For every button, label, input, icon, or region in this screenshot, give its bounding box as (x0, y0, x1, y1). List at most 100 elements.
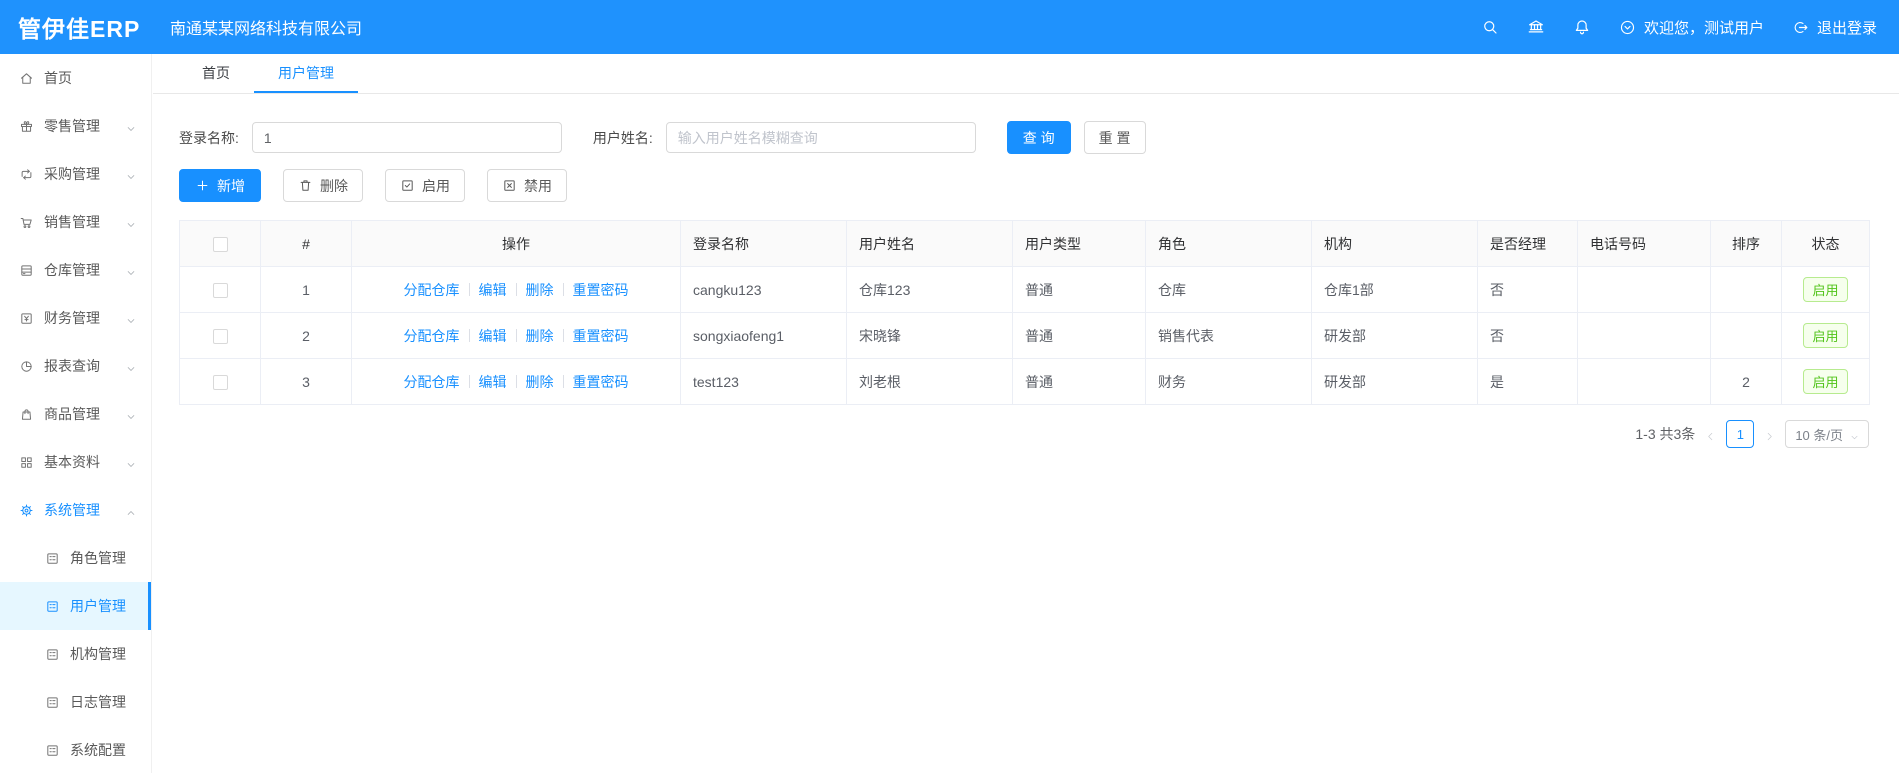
row-checkbox[interactable] (212, 374, 228, 390)
status-badge: 启用 (1803, 369, 1848, 394)
sidebar-item-label: 机构管理 (70, 646, 126, 662)
table-row: 1 分配仓库 编辑 删除 重置密码 cangku123 仓库123 普通 仓库 … (179, 266, 1870, 313)
sidebar-item-reports[interactable]: 报表查询 (0, 342, 151, 390)
sidebar-item-home[interactable]: 首页 (0, 54, 151, 102)
chevron-down-icon (126, 169, 136, 179)
cell-manager: 否 (1477, 312, 1578, 359)
cell-index: 1 (260, 266, 352, 313)
row-checkbox[interactable] (212, 328, 228, 344)
cell-index: 3 (260, 358, 352, 405)
chevron-down-icon (126, 409, 136, 419)
cell-name: 刘老根 (846, 358, 1013, 405)
bell-icon[interactable] (1573, 18, 1591, 36)
col-actions: 操作 (351, 220, 681, 267)
login-name-input[interactable] (251, 122, 562, 153)
down-circle-icon (1619, 19, 1636, 36)
reset-password-link[interactable]: 重置密码 (573, 326, 629, 346)
delete-link[interactable]: 删除 (526, 280, 554, 300)
sidebar-item-label: 仓库管理 (44, 262, 100, 278)
sidebar-item-sales[interactable]: 销售管理 (0, 198, 151, 246)
sidebar-item-finance[interactable]: 财务管理 (0, 294, 151, 342)
sidebar-item-purchase[interactable]: 采购管理 (0, 150, 151, 198)
page-number[interactable]: 1 (1726, 420, 1755, 448)
cell-org: 研发部 (1311, 358, 1478, 405)
tab-home[interactable]: 首页 (178, 54, 254, 93)
assign-warehouse-link[interactable]: 分配仓库 (404, 326, 460, 346)
trash-icon (298, 178, 313, 193)
sidebar-item-retail[interactable]: 零售管理 (0, 102, 151, 150)
logout-label: 退出登录 (1816, 19, 1877, 37)
company-name: 南通某某网络科技有限公司 (170, 21, 363, 38)
sidebar-item-user-mgmt[interactable]: 用户管理 (0, 582, 151, 630)
sidebar-item-products[interactable]: 商品管理 (0, 390, 151, 438)
close-square-icon (502, 178, 517, 193)
delete-button[interactable]: 删除 (283, 169, 363, 202)
main-area: 首页 用户管理 登录名称: 用户姓名: 查 询 重 置 新增 (153, 54, 1899, 773)
prev-page-icon[interactable] (1705, 429, 1716, 440)
delete-link[interactable]: 删除 (526, 326, 554, 346)
header-actions: 欢迎您，测试用户 退出登录 (1481, 17, 1899, 38)
sidebar-item-label: 首页 (44, 70, 72, 86)
select-all-checkbox[interactable] (212, 236, 228, 252)
col-sort: 排序 (1710, 220, 1782, 267)
cart-icon (19, 215, 34, 230)
cell-type: 普通 (1012, 312, 1146, 359)
bank-icon[interactable] (1527, 18, 1545, 36)
sidebar-item-log-mgmt[interactable]: 日志管理 (0, 678, 151, 726)
disable-button[interactable]: 禁用 (487, 169, 567, 202)
cell-login: test123 (680, 358, 847, 405)
col-login: 登录名称 (680, 220, 847, 267)
chevron-down-icon (126, 121, 136, 131)
edit-link[interactable]: 编辑 (479, 280, 507, 300)
cell-login: cangku123 (680, 266, 847, 313)
sidebar-item-role-mgmt[interactable]: 角色管理 (0, 534, 151, 582)
user-menu[interactable]: 欢迎您，测试用户 (1619, 17, 1764, 38)
delete-link[interactable]: 删除 (526, 372, 554, 392)
page-size-select[interactable]: 10 条/页 (1785, 420, 1869, 448)
sidebar-item-basic-data[interactable]: 基本资料 (0, 438, 151, 486)
assign-warehouse-link[interactable]: 分配仓库 (404, 372, 460, 392)
assign-warehouse-link[interactable]: 分配仓库 (404, 280, 460, 300)
users-table: # 操作 登录名称 用户姓名 用户类型 角色 机构 是否经理 电话号码 排序 状… (179, 220, 1870, 405)
delete-button-label: 删除 (320, 177, 348, 194)
col-manager: 是否经理 (1477, 220, 1578, 267)
row-checkbox[interactable] (212, 282, 228, 298)
sidebar-item-label: 采购管理 (44, 166, 100, 182)
enable-button[interactable]: 启用 (385, 169, 465, 202)
top-header: 管伊佳ERP 南通某某网络科技有限公司 欢迎您，测试用户 退出登录 (0, 0, 1899, 54)
edit-link[interactable]: 编辑 (479, 372, 507, 392)
next-page-icon[interactable] (1764, 429, 1775, 440)
table-row: 2 分配仓库 编辑 删除 重置密码 songxiaofeng1 宋晓锋 普通 销… (179, 312, 1870, 359)
search-icon[interactable] (1481, 18, 1499, 36)
cell-org: 研发部 (1311, 312, 1478, 359)
page-size-value: 10 条/页 (1795, 427, 1843, 443)
user-name-input[interactable] (665, 122, 976, 153)
chevron-up-icon (126, 505, 136, 515)
sidebar-item-label: 用户管理 (70, 598, 126, 614)
enable-button-label: 启用 (422, 177, 450, 194)
query-button[interactable]: 查 询 (1006, 121, 1071, 154)
sidebar-item-sys-config[interactable]: 系统配置 (0, 726, 151, 773)
col-org: 机构 (1311, 220, 1478, 267)
tab-user-mgmt[interactable]: 用户管理 (254, 54, 358, 93)
edit-link[interactable]: 编辑 (479, 326, 507, 346)
sidebar-item-system[interactable]: 系统管理 (0, 486, 151, 534)
pie-chart-icon (19, 359, 34, 374)
logout-button[interactable]: 退出登录 (1792, 17, 1877, 38)
reset-password-link[interactable]: 重置密码 (573, 280, 629, 300)
sidebar-item-label: 零售管理 (44, 118, 100, 134)
chevron-down-icon (126, 265, 136, 275)
sidebar-item-label: 系统配置 (70, 742, 126, 758)
col-index: # (260, 220, 352, 267)
reset-button[interactable]: 重 置 (1083, 121, 1146, 154)
login-name-label: 登录名称: (179, 129, 239, 146)
col-type: 用户类型 (1012, 220, 1146, 267)
sidebar-item-warehouse[interactable]: 仓库管理 (0, 246, 151, 294)
add-button[interactable]: 新增 (179, 169, 261, 202)
gift-icon (19, 119, 34, 134)
reset-password-link[interactable]: 重置密码 (573, 372, 629, 392)
sidebar-item-label: 报表查询 (44, 358, 100, 374)
cell-role: 财务 (1145, 358, 1312, 405)
cell-role: 销售代表 (1145, 312, 1312, 359)
sidebar-item-org-mgmt[interactable]: 机构管理 (0, 630, 151, 678)
